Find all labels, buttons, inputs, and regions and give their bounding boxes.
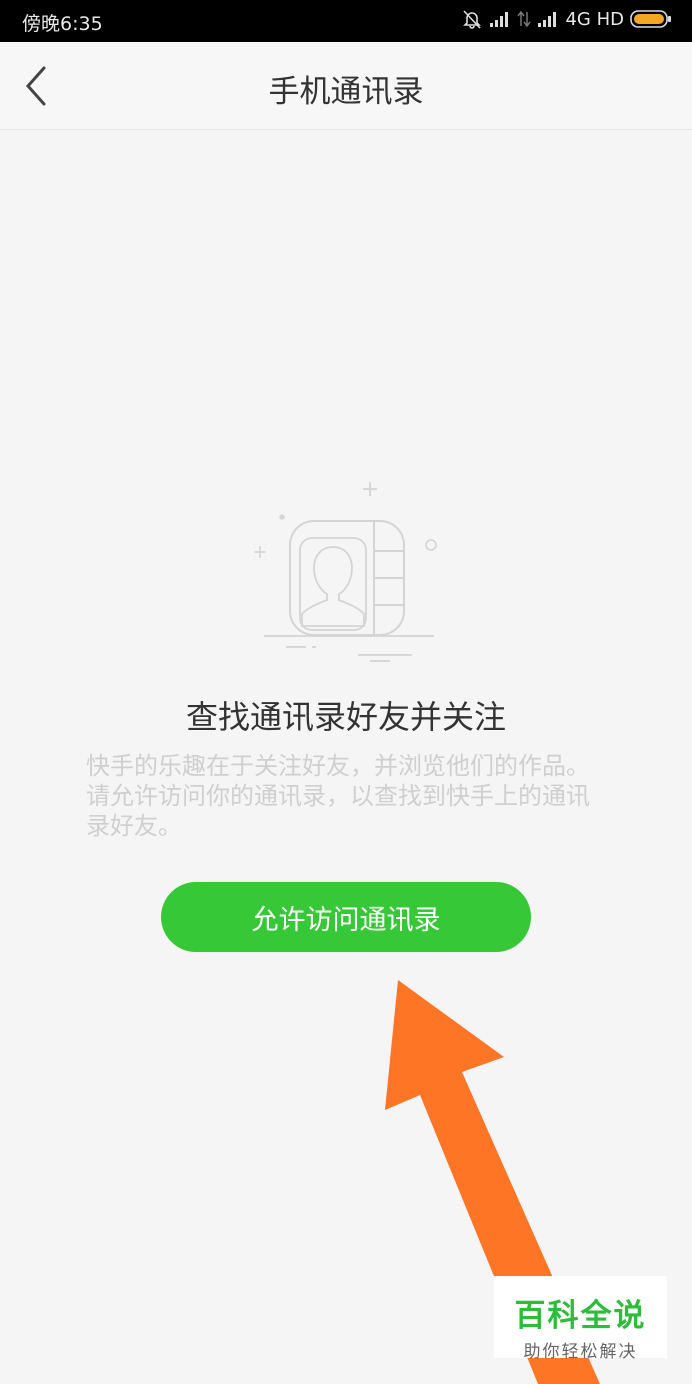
data-arrows-icon [517, 10, 532, 28]
bell-off-icon [463, 10, 482, 29]
network-label: 4G HD [565, 8, 624, 30]
contact-book-icon [254, 482, 437, 662]
battery-icon [630, 10, 671, 28]
page-title: 手机通讯录 [268, 74, 424, 110]
description-text: 快手的乐趣在于关注好友，并浏览他们的作品。请允许访问你的通讯录，以查找到快手上的… [86, 752, 590, 840]
status-time: 傍晚6:35 [22, 13, 103, 35]
status-icons: 4G HD [461, 8, 672, 30]
signal-icon [490, 12, 509, 27]
section-heading: 查找通讯录好友并关注 [185, 698, 506, 736]
watermark-subtitle: 助你轻松解决 [523, 1342, 638, 1362]
nav-bar: 手机通讯录 [0, 42, 692, 130]
watermark: 百科全说 助你轻松解决 [494, 1276, 667, 1362]
watermark-title: 百科全说 [514, 1298, 647, 1334]
status-bar: 傍晚6:35 4G HD [0, 0, 692, 42]
allow-contacts-button[interactable]: 允许访问通讯录 [161, 882, 531, 952]
signal-icon [538, 12, 557, 27]
